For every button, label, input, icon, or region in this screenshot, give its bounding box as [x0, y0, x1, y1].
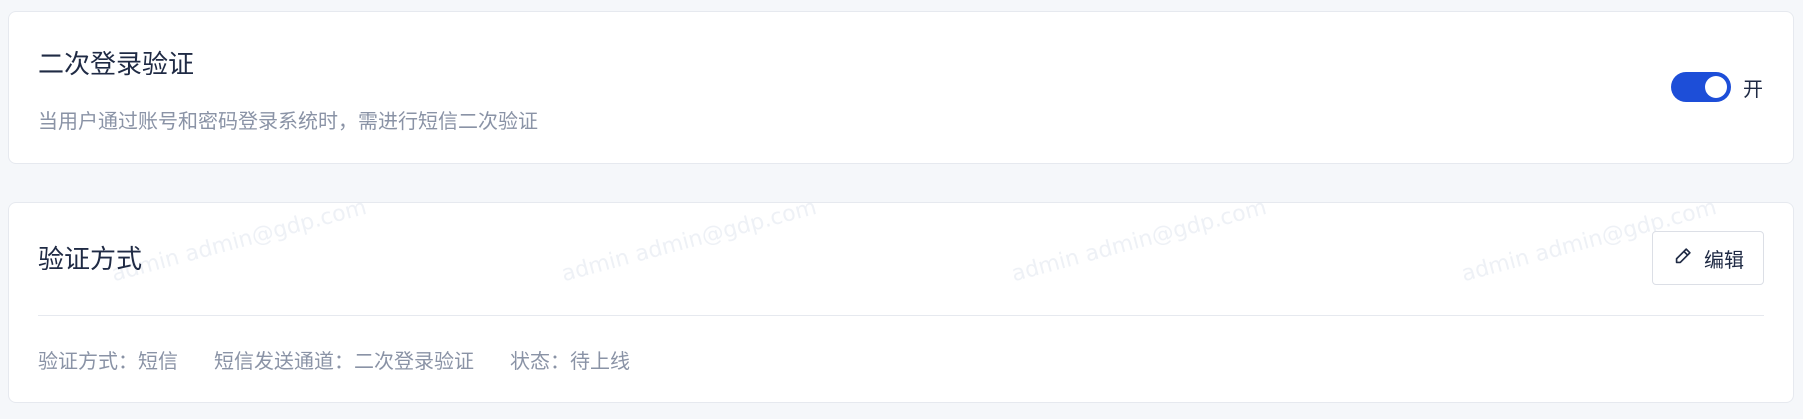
verification-method-title: 验证方式 [38, 245, 143, 275]
verification-details: 验证方式：短信 短信发送通道：二次登录验证 状态：待上线 [38, 347, 630, 375]
detail-method: 验证方式：短信 [38, 349, 178, 373]
detail-status: 状态：待上线 [510, 349, 630, 373]
edit-button-label: 编辑 [1704, 247, 1744, 272]
watermark: admin admin@gdp.com [109, 202, 370, 288]
toggle-label: 开 [1743, 76, 1763, 101]
two-factor-title: 二次登录验证 [38, 50, 195, 80]
pencil-icon [1672, 245, 1694, 272]
toggle-knob [1705, 76, 1727, 98]
watermark: admin admin@gdp.com [559, 202, 820, 288]
divider [38, 315, 1764, 316]
edit-button[interactable]: 编辑 [1652, 231, 1764, 285]
watermark: admin admin@gdp.com [1009, 202, 1270, 288]
verification-method-card: admin admin@gdp.com admin admin@gdp.com … [8, 202, 1794, 403]
two-factor-toggle-group: 开 [1671, 72, 1763, 102]
two-factor-toggle[interactable] [1671, 72, 1731, 102]
detail-sms-channel: 短信发送通道：二次登录验证 [214, 349, 474, 373]
two-factor-description: 当用户通过账号和密码登录系统时，需进行短信二次验证 [38, 109, 538, 133]
two-factor-card: 二次登录验证 当用户通过账号和密码登录系统时，需进行短信二次验证 开 [8, 11, 1794, 164]
page: 二次登录验证 当用户通过账号和密码登录系统时，需进行短信二次验证 开 admin… [0, 0, 1803, 419]
